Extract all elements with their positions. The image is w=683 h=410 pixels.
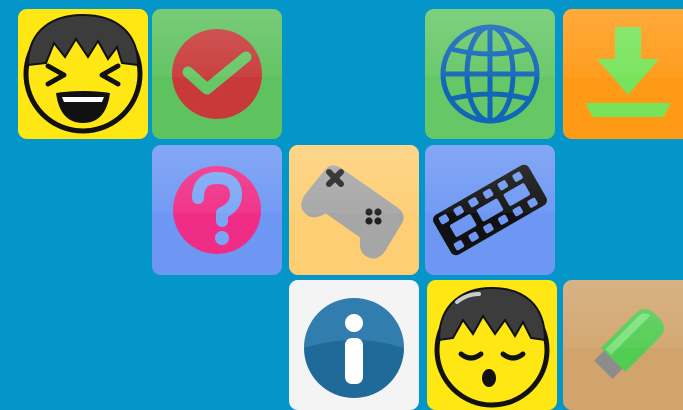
tile-video[interactable]: video	[425, 145, 555, 275]
clock-icon	[172, 29, 262, 119]
tile-sleep[interactable]: sleep	[427, 280, 557, 410]
download-icon	[585, 27, 671, 117]
gamepad-icon	[301, 165, 404, 259]
tile-clock[interactable]: clock	[152, 9, 282, 139]
info-icon	[304, 298, 404, 398]
film-strip-icon	[433, 164, 547, 256]
tile-globe[interactable]: globe	[425, 9, 555, 139]
globe-icon	[440, 24, 540, 124]
tile-games[interactable]: games	[289, 145, 419, 275]
sleeping-face-icon	[434, 286, 550, 408]
tile-usb[interactable]: usb	[563, 280, 683, 410]
tile-download[interactable]: download	[563, 9, 683, 139]
tile-laugh[interactable]: laugh	[18, 9, 148, 139]
tile-info[interactable]: info	[289, 280, 419, 410]
tile-help[interactable]: help	[152, 145, 282, 275]
usb-drive-icon	[594, 308, 665, 379]
laughing-face-icon	[23, 13, 143, 134]
question-icon	[173, 166, 261, 254]
